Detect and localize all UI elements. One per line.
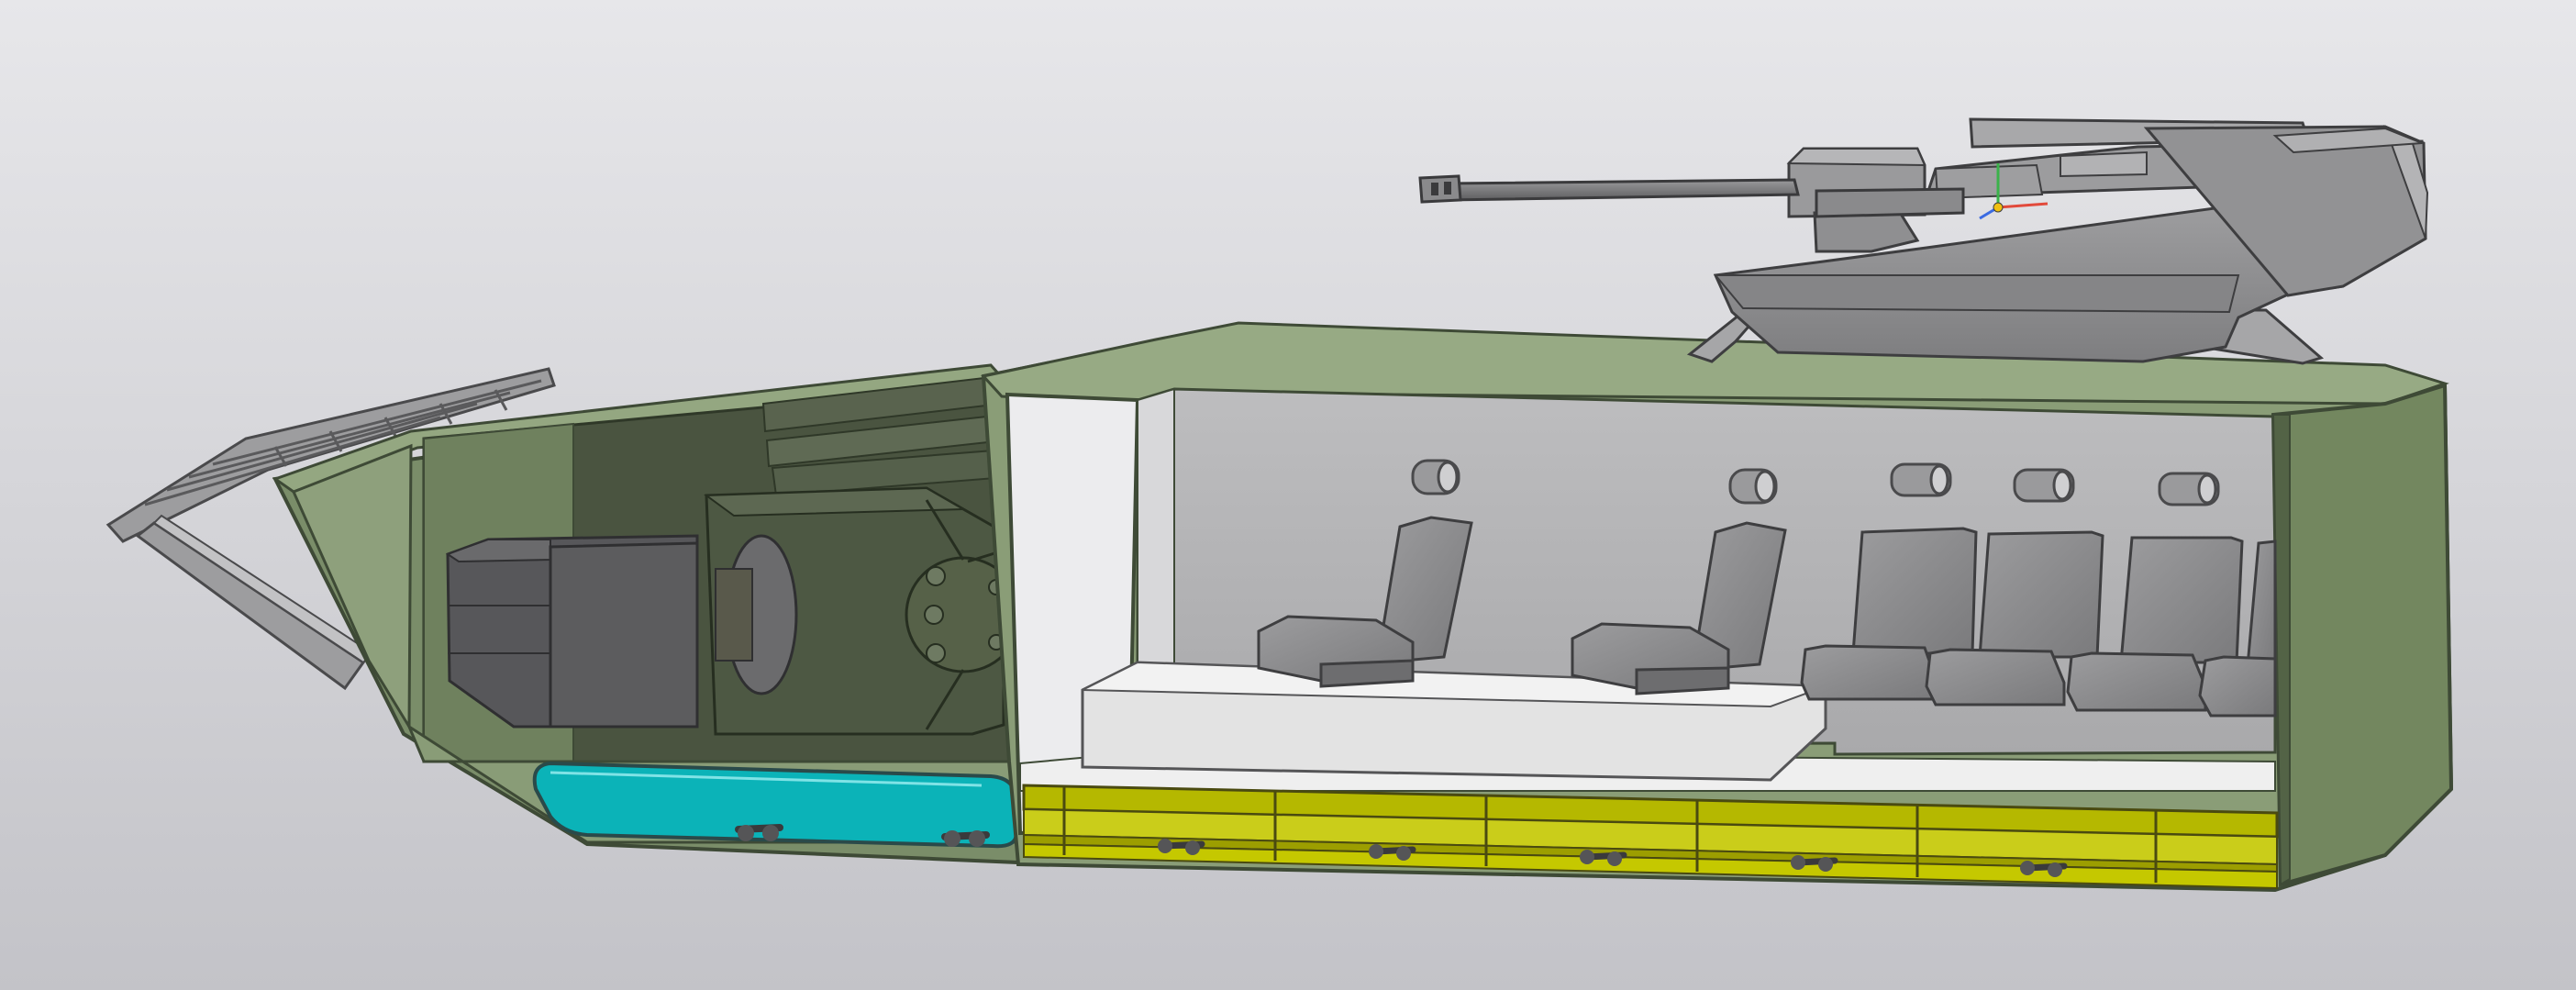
turret[interactable] [1686, 117, 2429, 365]
cad-3d-viewport[interactable] [0, 0, 2576, 990]
fuel-tank[interactable] [532, 761, 1018, 849]
vehicle-cutaway-model [105, 117, 2454, 893]
